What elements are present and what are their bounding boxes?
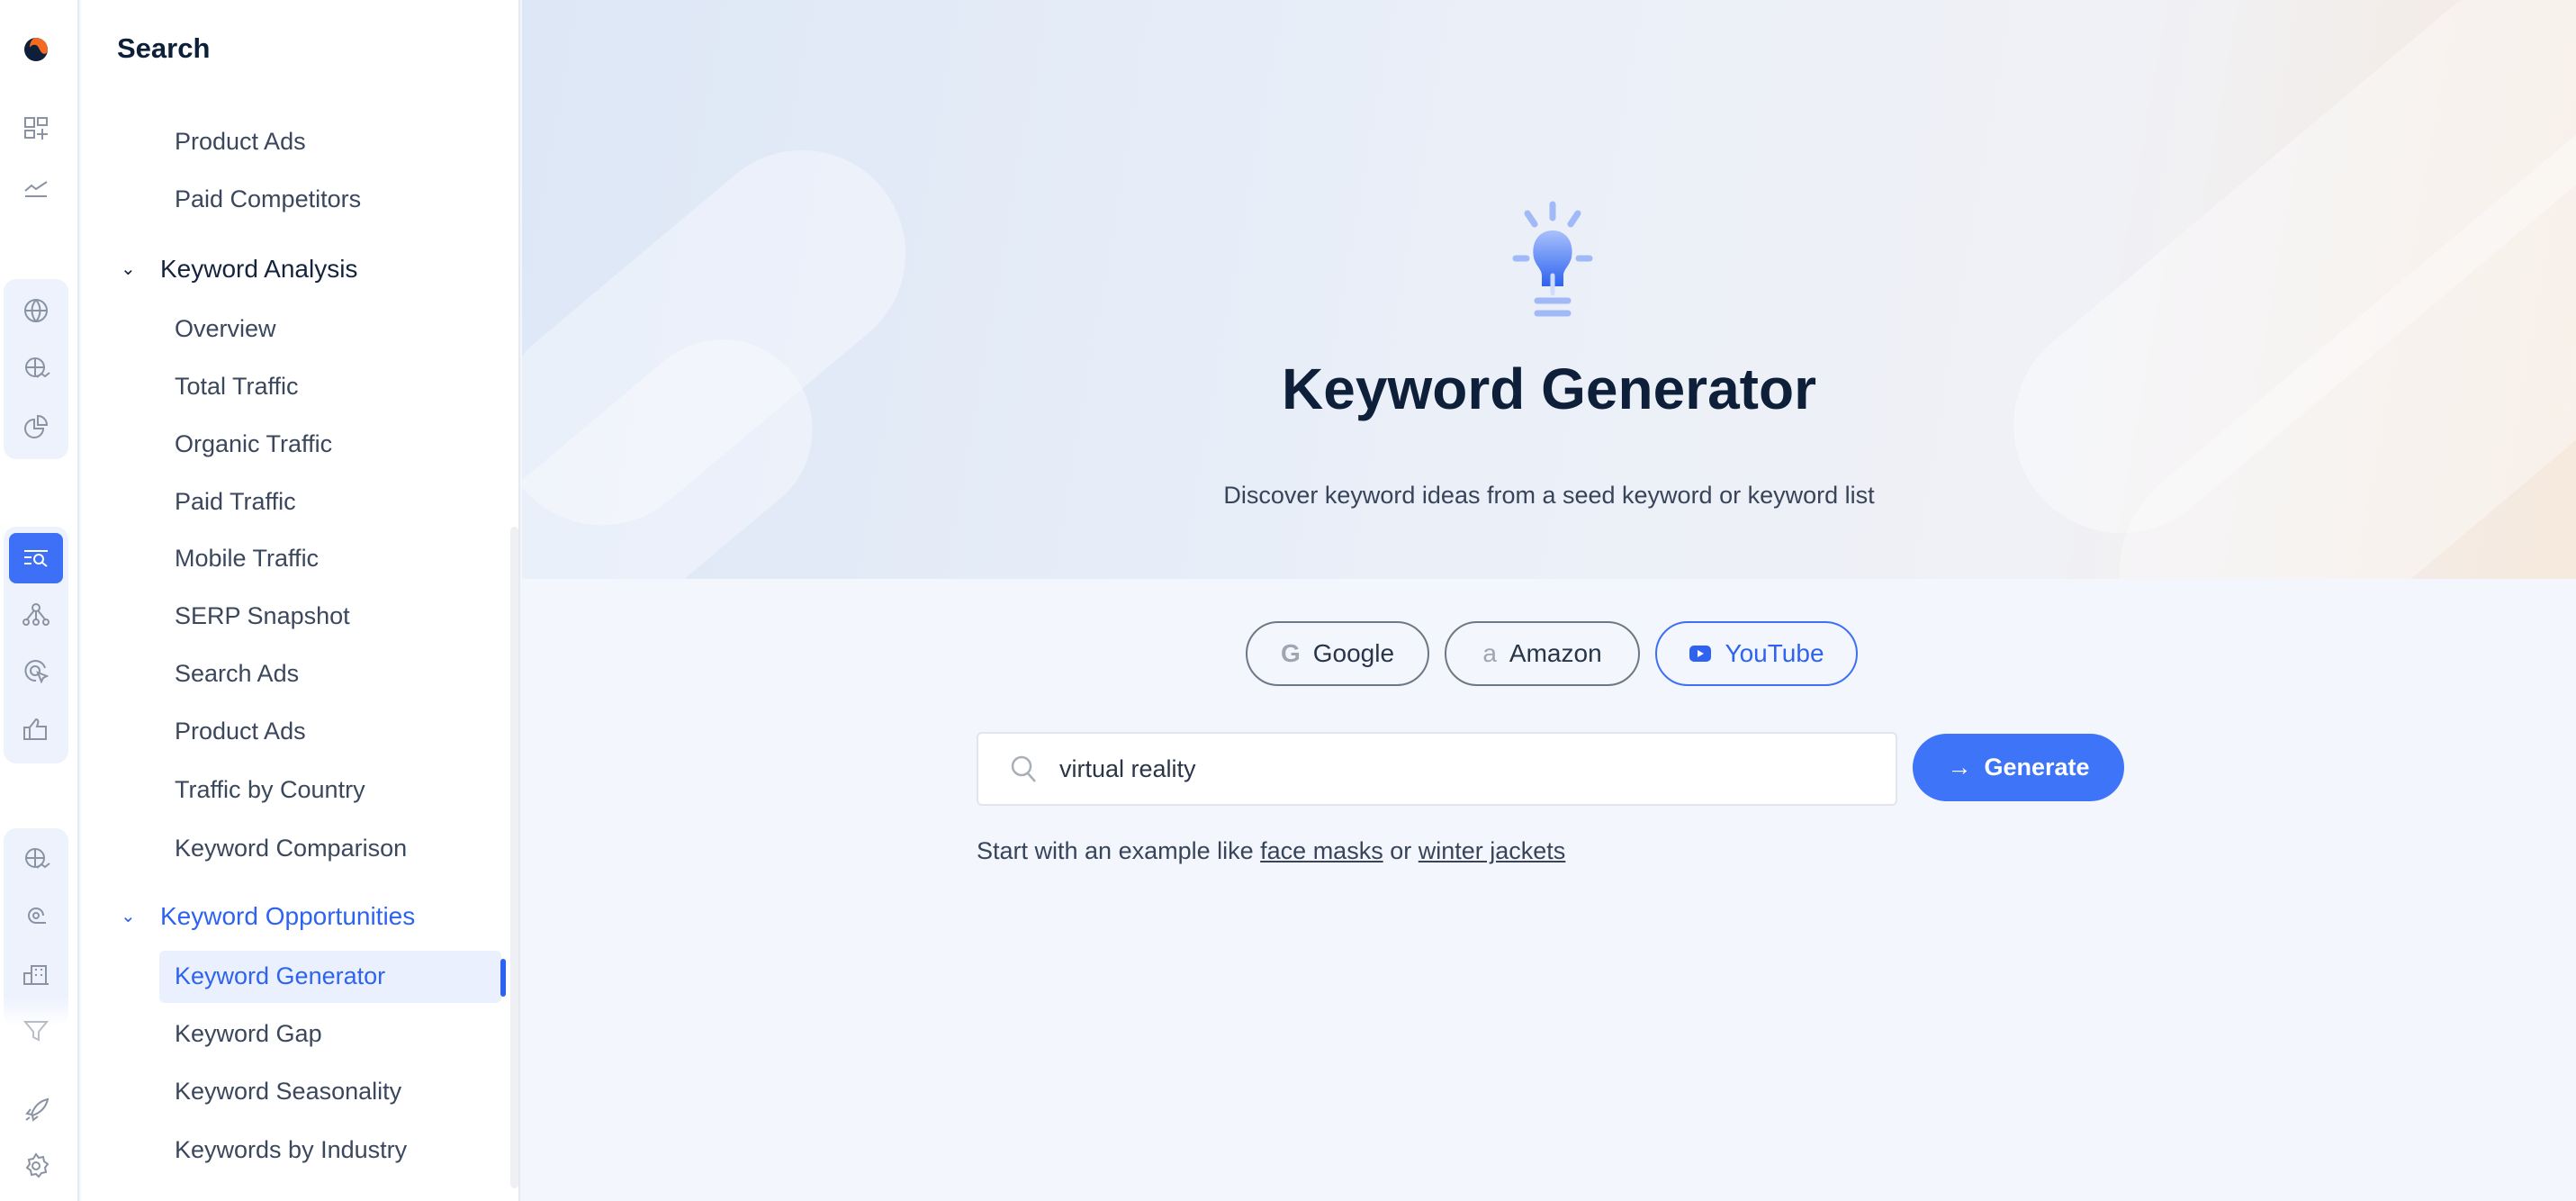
generate-button[interactable]: → Generate	[1913, 734, 2124, 801]
thumbs-up-icon[interactable]	[14, 708, 58, 751]
sidebar-item-label: Product Ads	[175, 128, 306, 155]
rocket-icon[interactable]	[14, 1088, 58, 1132]
sidebar-item-label: Search Ads	[175, 660, 300, 687]
chevron-down-icon: ⌄	[121, 907, 136, 926]
amazon-icon: a	[1482, 639, 1497, 667]
chevron-down-icon: ⌄	[121, 259, 136, 279]
sidebar-section[interactable]: ⌄ Keyword Analysis	[121, 251, 358, 287]
lightbulb-icon	[1512, 201, 1593, 317]
globe-traffic-icon[interactable]	[14, 348, 58, 391]
sidebar-item[interactable]: Keyword Comparison	[175, 830, 407, 866]
sidebar-item-label: SERP Snapshot	[175, 602, 350, 629]
pie-chart-icon[interactable]	[14, 405, 58, 448]
sidebar-item-label: Overview	[175, 315, 276, 342]
sidebar-item[interactable]: Overview	[175, 311, 276, 347]
youtube-icon	[1689, 646, 1712, 662]
search-target-icon[interactable]	[14, 895, 58, 938]
hero-banner: Keyword Generator Discover keyword ideas…	[522, 0, 2576, 579]
sidebar-item[interactable]: SERP Snapshot	[175, 598, 350, 634]
sidebar-item-label: Total Traffic	[175, 373, 299, 400]
main-content: Keyword Generator Discover keyword ideas…	[522, 0, 2576, 1201]
example-link-face-masks[interactable]: face masks	[1260, 837, 1383, 864]
arrow-right-icon: →	[1947, 754, 1972, 781]
sidebar-item[interactable]: Organic Traffic	[175, 426, 332, 462]
sidebar-scrollbar[interactable]	[510, 527, 518, 1188]
page-title: Keyword Generator	[1282, 357, 1816, 421]
sidebar-title: Search	[117, 32, 211, 64]
settings-gear-icon[interactable]	[14, 1144, 58, 1187]
sidebar-item-label: Keyword Comparison	[175, 835, 408, 862]
sidebar-item[interactable]: Keyword Gap	[175, 1016, 322, 1052]
sidebar-item-label: Organic Traffic	[175, 430, 333, 457]
sidebar-item-label: Mobile Traffic	[175, 545, 320, 572]
sidebar-item-label: Paid Competitors	[175, 185, 362, 212]
source-youtube-button[interactable]: YouTube	[1655, 621, 1858, 686]
sidebar-item-label: Keyword Seasonality	[175, 1078, 402, 1105]
trend-icon[interactable]	[14, 165, 58, 208]
sidebar-item[interactable]: Keyword Generator	[175, 958, 385, 994]
source-amazon-button[interactable]: a Amazon	[1445, 621, 1640, 686]
globe-trend-icon[interactable]	[14, 838, 58, 881]
sidebar-item-label: Paid Traffic	[175, 488, 296, 515]
sidebar-item[interactable]: Keyword Seasonality	[175, 1073, 401, 1109]
keyword-research-icon[interactable]	[9, 533, 63, 583]
keyword-input[interactable]	[1059, 754, 1869, 783]
sidebar-nav: Search Product Ads Paid Competitors ⌄ Keywo…	[81, 0, 520, 1201]
sidebar-item-label: Keyword Generator	[175, 962, 386, 989]
search-icon	[1011, 755, 1036, 782]
sidebar-item[interactable]: Keywords by Industry	[175, 1132, 407, 1168]
network-icon[interactable]	[14, 593, 58, 637]
logo-icon[interactable]	[14, 28, 58, 71]
sidebar-item-label: Keywords by Industry	[175, 1136, 408, 1163]
active-item-indicator	[500, 959, 506, 997]
sidebar-item-label: Keyword Analysis	[160, 255, 358, 283]
sidebar-item[interactable]: Paid Competitors	[175, 181, 361, 217]
example-hint: Start with an example like face masks or…	[977, 837, 1566, 864]
sidebar-item-label: Traffic by Country	[175, 776, 365, 803]
sidebar-item[interactable]: Traffic by Country	[175, 772, 365, 808]
sidebar-item[interactable]: Product Ads	[175, 123, 306, 159]
globe-icon[interactable]	[14, 289, 58, 332]
icon-rail	[0, 0, 79, 1201]
sidebar-item[interactable]: Paid Traffic	[175, 483, 296, 519]
buildings-icon[interactable]	[14, 953, 58, 996]
sidebar-item[interactable]: Search Ads	[175, 655, 299, 691]
source-google-button[interactable]: G Google	[1246, 621, 1429, 686]
funnel-icon[interactable]	[14, 1009, 58, 1052]
sidebar-item[interactable]: Mobile Traffic	[175, 540, 319, 576]
sidebar-item-label: Product Ads	[175, 718, 306, 745]
dashboard-add-icon[interactable]	[14, 107, 58, 150]
target-cursor-icon[interactable]	[14, 649, 58, 692]
sidebar-section[interactable]: ⌄ Keyword Opportunities	[121, 898, 416, 935]
sidebar-item[interactable]: Total Traffic	[175, 368, 299, 404]
page-subtitle: Discover keyword ideas from a seed keywo…	[1223, 482, 1875, 509]
sidebar-item[interactable]: Product Ads	[175, 713, 306, 749]
keyword-search-field[interactable]	[977, 732, 1897, 806]
google-icon: G	[1280, 639, 1301, 667]
sidebar-item-label: Keyword Opportunities	[160, 902, 416, 930]
sidebar-item-label: Keyword Gap	[175, 1020, 322, 1047]
example-link-winter-jackets[interactable]: winter jackets	[1419, 837, 1566, 864]
